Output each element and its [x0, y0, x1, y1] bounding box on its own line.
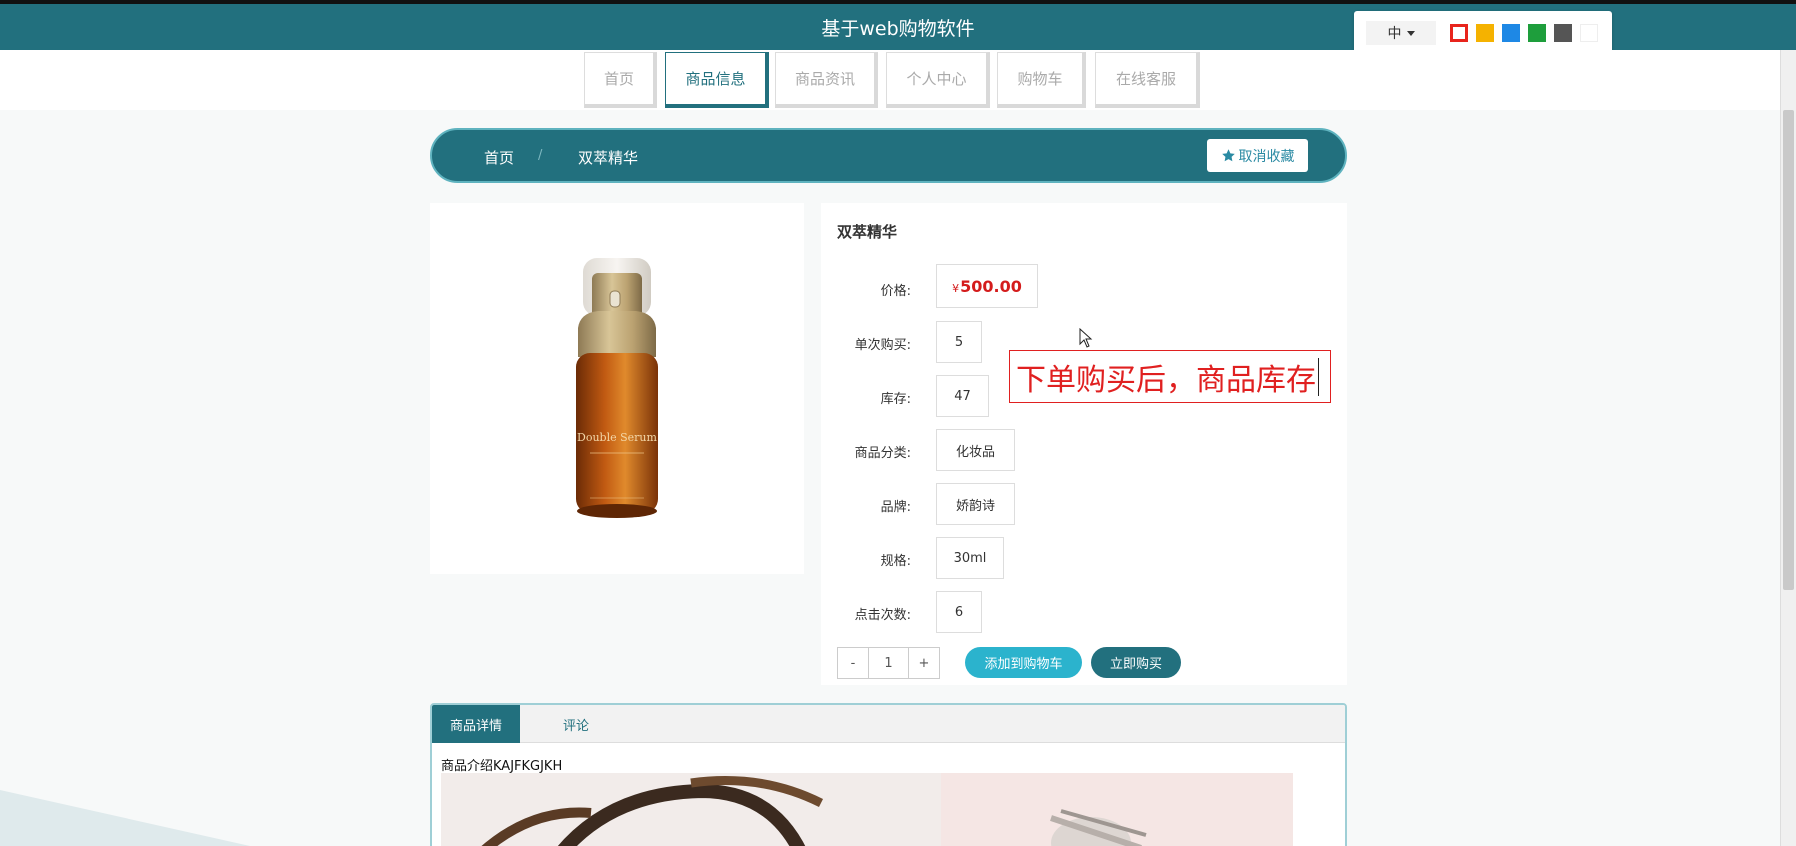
product-intro: 商品介绍KAJFKGJKH [441, 759, 563, 774]
caret-down-icon [1406, 30, 1415, 36]
field-value-per-purchase: 5 [936, 321, 982, 363]
bottle-label: Double Serum [577, 431, 657, 444]
theme-swatch-amber[interactable] [1476, 24, 1494, 42]
nav-item-support[interactable]: 在线客服 [1095, 52, 1200, 108]
background-decoration [0, 790, 250, 846]
detail-photo [441, 773, 1293, 846]
detail-image [441, 773, 1293, 846]
add-to-cart-button[interactable]: 添加到购物车 [965, 647, 1082, 678]
breadcrumb: 首页 / 双萃精华 取消收藏 [430, 128, 1347, 183]
nav-item-products[interactable]: 商品信息 [665, 52, 769, 108]
field-label-brand: 品牌: [880, 500, 911, 515]
quantity-increase-button[interactable]: + [908, 647, 940, 679]
theme-swatch-blue[interactable] [1502, 24, 1520, 42]
top-header: 基于web购物软件 中 [0, 0, 1796, 53]
tab-comments[interactable]: 评论 [532, 705, 620, 743]
unfavorite-button[interactable]: 取消收藏 [1207, 139, 1308, 172]
annotation-text: 下单购买后，商品库存 [1016, 362, 1316, 398]
scrollbar-thumb[interactable] [1783, 110, 1794, 590]
mouse-pointer-icon [1079, 328, 1093, 348]
price-value: ¥500.00 [936, 264, 1038, 308]
field-value-clicks: 6 [936, 591, 982, 633]
nav-item-news[interactable]: 商品资讯 [775, 52, 878, 108]
product-image-card: Double Serum [430, 203, 804, 574]
currency-symbol: ¥ [952, 281, 960, 295]
language-label: 中 [1387, 26, 1402, 42]
page-scrollbar[interactable] [1780, 50, 1796, 846]
field-label-stock: 库存: [880, 392, 911, 407]
unfavorite-label: 取消收藏 [1238, 148, 1295, 165]
field-value-category: 化妆品 [936, 429, 1015, 471]
language-select[interactable]: 中 [1366, 21, 1436, 45]
breadcrumb-separator: / [538, 148, 543, 163]
product-name: 双萃精华 [837, 223, 898, 241]
buy-now-button[interactable]: 立即购买 [1091, 647, 1181, 678]
product-detail-panel: 商品详情 评论 商品介绍KAJFKGJKH [430, 703, 1347, 846]
theme-panel: 中 [1354, 11, 1612, 53]
annotation-textbox[interactable]: 下单购买后，商品库存 [1009, 350, 1331, 403]
breadcrumb-home-link[interactable]: 首页 [484, 147, 514, 168]
field-value-brand: 娇韵诗 [936, 483, 1015, 525]
field-label-per-purchase: 单次购买: [854, 338, 911, 353]
theme-swatch-red[interactable] [1450, 24, 1468, 42]
field-value-spec: 30ml [936, 537, 1004, 579]
tab-product-details[interactable]: 商品详情 [432, 705, 520, 743]
text-caret [1318, 357, 1319, 396]
field-label-category: 商品分类: [854, 446, 911, 461]
field-label-spec: 规格: [880, 554, 911, 569]
nav-item-cart[interactable]: 购物车 [997, 52, 1086, 108]
quantity-input[interactable]: 1 [868, 647, 909, 679]
theme-swatch-white[interactable] [1580, 24, 1598, 42]
price-label: 价格: [880, 284, 911, 299]
field-value-stock: 47 [936, 375, 989, 417]
star-icon [1221, 149, 1235, 162]
product-image: Double Serum [576, 258, 658, 518]
nav-item-home[interactable]: 首页 [584, 52, 657, 108]
main-nav: 首页 商品信息 商品资讯 个人中心 购物车 在线客服 [0, 50, 1780, 110]
field-label-clicks: 点击次数: [854, 608, 911, 623]
price-amount: 500.00 [960, 276, 1022, 296]
nav-item-profile[interactable]: 个人中心 [886, 52, 990, 108]
quantity-decrease-button[interactable]: - [837, 647, 869, 679]
breadcrumb-current: 双萃精华 [578, 149, 639, 167]
theme-swatch-dark-gray[interactable] [1554, 24, 1572, 42]
product-info-card: 双萃精华 价格: ¥500.00 单次购买: 5 库存: 47 商品分类: 化妆… [821, 203, 1347, 685]
theme-swatch-green[interactable] [1528, 24, 1546, 42]
detail-tab-strip: 商品详情 评论 [432, 705, 1345, 743]
